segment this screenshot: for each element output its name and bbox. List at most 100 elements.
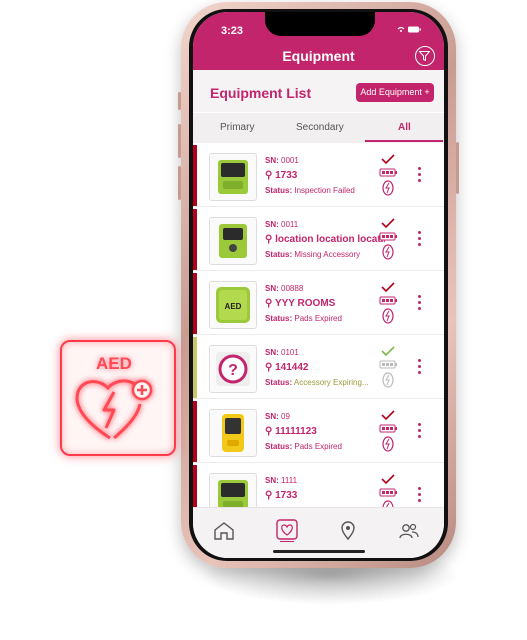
- tab-all[interactable]: All: [398, 122, 411, 133]
- status-icons: [377, 473, 399, 507]
- check-icon: [381, 282, 395, 293]
- more-options-icon[interactable]: [418, 359, 422, 377]
- filter-button[interactable]: [415, 46, 435, 66]
- location-pin-icon: ⚲: [265, 298, 273, 309]
- equipment-card[interactable]: ? SN: 0101 ⚲ 141442 Status: Accessory Expir…: [193, 337, 444, 399]
- sn-label: SN:: [265, 476, 279, 485]
- nav-equipment[interactable]: [275, 518, 299, 547]
- equipment-card[interactable]: SN: 0001 ⚲ 1733 Status: Inspection Failed: [193, 145, 444, 207]
- location: ⚲ 1733: [265, 170, 385, 181]
- status-icons: [377, 153, 399, 204]
- status-text: Status: Accessory Expiring...: [265, 378, 369, 387]
- check-icon: [381, 218, 395, 229]
- status-label: Status:: [265, 378, 293, 387]
- device-thumbnail: [209, 153, 257, 201]
- status-value: Accessory Expiring...: [293, 378, 369, 387]
- location-pin-icon: ⚲: [265, 490, 273, 501]
- nav-locations[interactable]: [340, 521, 356, 546]
- more-options-icon[interactable]: [418, 295, 422, 313]
- status-icons: [396, 25, 422, 36]
- status-time: 3:23: [221, 25, 244, 37]
- location-value: location location locat...: [275, 234, 385, 245]
- more-options-icon[interactable]: [418, 167, 422, 185]
- location: ⚲ YYY ROOMS: [265, 298, 385, 309]
- more-options-icon[interactable]: [418, 423, 422, 441]
- location: ⚲ 1733: [265, 490, 385, 501]
- location-pin-icon: ⚲: [265, 426, 273, 437]
- location: ⚲ 141442: [265, 362, 385, 373]
- status-text: Status: Missing Accessory: [265, 250, 360, 259]
- sn-value: 1111: [281, 476, 298, 485]
- wifi-battery-icon: [397, 26, 421, 33]
- heart-lightning-icon: [75, 379, 153, 440]
- app-screen: 3:23 Equipment Equipment List Add Equipm…: [193, 12, 444, 558]
- status-value: Inspection Failed: [294, 186, 355, 195]
- location-value: 141442: [275, 362, 309, 373]
- notch: [265, 12, 375, 36]
- device-thumbnail: [209, 409, 257, 457]
- section-title: Equipment List: [210, 85, 312, 101]
- status-icons: [377, 409, 399, 460]
- volume-down-button: [178, 166, 181, 200]
- location: ⚲ location location locat...: [265, 234, 385, 245]
- active-tab-indicator: [365, 140, 443, 142]
- sn-label: SN:: [265, 220, 279, 229]
- equipment-card[interactable]: SN: 1111 ⚲ 1733: [193, 465, 444, 507]
- home-icon: [214, 522, 234, 540]
- location-value: 1733: [275, 490, 298, 501]
- serial-number: SN: 0011: [265, 220, 298, 229]
- sn-value: 0011: [281, 220, 299, 229]
- aed-heart-icon: [276, 519, 298, 543]
- device-thumbnail: [209, 473, 257, 507]
- equipment-card[interactable]: SN: 0011 ⚲ location location locat... Stat…: [193, 209, 444, 271]
- location-pin-icon: ⚲: [265, 170, 273, 181]
- status-stripe: [193, 273, 197, 334]
- serial-number: SN: 0001: [265, 156, 299, 165]
- status-stripe: [193, 337, 197, 398]
- serial-number: SN: 1111: [265, 476, 297, 485]
- sn-value: 00888: [281, 284, 304, 293]
- location-value: 1733: [275, 170, 298, 181]
- tab-secondary[interactable]: Secondary: [296, 122, 344, 133]
- power-button: [456, 142, 459, 194]
- location: ⚲ 11111123: [265, 426, 385, 437]
- device-thumbnail: AED: [209, 281, 257, 329]
- status-text: Status: Pads Expired: [265, 442, 342, 451]
- tab-bar: Primary Secondary All: [193, 113, 444, 143]
- add-equipment-button[interactable]: Add Equipment +: [356, 83, 434, 102]
- nav-home[interactable]: [213, 521, 235, 546]
- check-icon: [381, 410, 395, 421]
- equipment-list: SN: 0001 ⚲ 1733 Status: Inspection Failed S…: [193, 145, 444, 507]
- device-thumbnail: [209, 217, 257, 265]
- status-value: Missing Accessory: [294, 250, 361, 259]
- phone-frame: 3:23 Equipment Equipment List Add Equipm…: [178, 2, 459, 568]
- location-value: YYY ROOMS: [274, 298, 336, 309]
- sn-label: SN:: [265, 412, 279, 421]
- tab-primary[interactable]: Primary: [220, 122, 254, 133]
- check-icon: [381, 154, 395, 165]
- location-pin-icon: ⚲: [265, 362, 273, 373]
- status-label: Status:: [265, 186, 293, 195]
- check-icon: [381, 346, 395, 357]
- sn-value: 0001: [281, 156, 299, 165]
- more-options-icon[interactable]: [418, 487, 422, 505]
- nav-users[interactable]: [398, 521, 420, 546]
- status-stripe: [193, 401, 197, 462]
- status-value: Pads Expired: [294, 442, 342, 451]
- status-icons: [377, 345, 399, 396]
- home-indicator: [273, 550, 365, 553]
- sn-value: 0101: [281, 348, 299, 357]
- device-thumbnail: ?: [209, 345, 257, 393]
- status-icons: [377, 281, 399, 332]
- more-options-icon[interactable]: [418, 231, 422, 249]
- svg-text:?: ?: [228, 362, 238, 379]
- status-text: Status: Pads Expired: [265, 314, 342, 323]
- status-stripe: [193, 209, 197, 270]
- location-pin-icon: ⚲: [265, 234, 273, 245]
- app-header: 3:23 Equipment: [193, 12, 444, 70]
- status-stripe: [193, 145, 197, 206]
- status-label: Status:: [265, 314, 293, 323]
- equipment-card[interactable]: AED SN: 00888 ⚲ YYY ROOMS Status: Pads Expi…: [193, 273, 444, 335]
- equipment-card[interactable]: SN: 09 ⚲ 11111123 Status: Pads Expired: [193, 401, 444, 463]
- filter-icon: [419, 51, 430, 61]
